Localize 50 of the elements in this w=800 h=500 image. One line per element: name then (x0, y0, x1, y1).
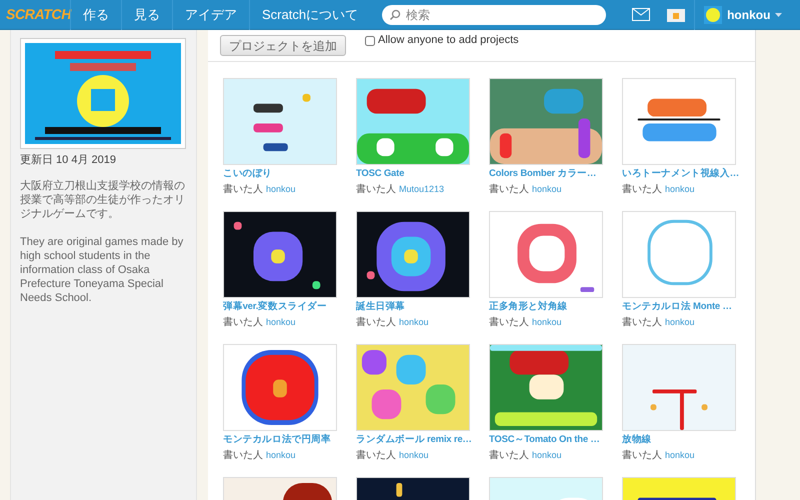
author-link[interactable]: honkou (665, 183, 695, 196)
author-link[interactable]: honkou (665, 316, 695, 330)
project-title[interactable]: 弾幕ver.変数スライダー (223, 300, 327, 313)
author-link[interactable]: honkou (532, 449, 562, 462)
author-link[interactable]: honkou (266, 449, 296, 462)
author-label: 書いた人 (223, 182, 263, 197)
author-label: 書いた人 (622, 448, 662, 463)
user-name[interactable]: honkou (727, 6, 770, 24)
add-project-button[interactable]: プロジェクトを追加 (220, 35, 346, 56)
author-link[interactable]: honkou (399, 316, 429, 330)
description-text: They are original games made by high school students in the information class of Osaka Prefecture Toneyama Special Needs School. (20, 234, 184, 304)
project-title[interactable]: モンテカルロ法 Monte … (622, 300, 732, 313)
author-label: 書いた人 (223, 316, 263, 330)
project-title[interactable]: 誕生日弾幕 (356, 300, 406, 313)
search-field[interactable]: 検索 (382, 4, 606, 24)
scratch-logo[interactable]: SCRATCH (6, 4, 70, 25)
author-link[interactable]: honkou (266, 316, 296, 330)
author-label: 書いた人 (489, 316, 529, 330)
search-icon (389, 8, 402, 20)
project-title[interactable]: こいのぼり (223, 167, 272, 180)
description-text: 大阪府立刀根山支援学校の情報の授業で高等部の生徒が作ったオリジナルゲームです。 (20, 178, 186, 220)
author-link[interactable]: honkou (266, 183, 296, 196)
project-title[interactable]: 放物線 (622, 433, 652, 446)
mail-icon[interactable] (632, 8, 650, 21)
author-label: 書いた人 (356, 182, 396, 197)
author-label: 書いた人 (356, 316, 396, 330)
updated-date: 更新日 10 4月 2019 (20, 152, 117, 168)
project-title[interactable]: 正多角形と対角線 (489, 300, 568, 313)
checkbox-label[interactable]: Allow anyone to add projects (378, 32, 519, 49)
project-title[interactable]: モンテカルロ法で円周率 (223, 433, 331, 446)
folder-icon[interactable] (667, 7, 686, 22)
caret-icon[interactable] (775, 12, 782, 16)
project-title[interactable]: ランダムボール remix re… (356, 433, 472, 446)
author-link[interactable]: honkou (532, 316, 562, 330)
project-title[interactable]: いろトーナメント視線入… (622, 167, 740, 180)
author-label: 書いた人 (356, 448, 396, 463)
author-label: 書いた人 (489, 182, 529, 197)
avatar-icon[interactable] (704, 6, 722, 24)
author-link[interactable]: Mutou1213 (399, 183, 444, 196)
author-label: 書いた人 (622, 182, 662, 197)
author-label: 書いた人 (622, 316, 662, 330)
author-link[interactable]: honkou (665, 449, 695, 462)
allow-checkbox[interactable] (365, 36, 375, 46)
project-title[interactable]: TOSC～Tomato On the … (489, 433, 600, 446)
author-link[interactable]: honkou (532, 183, 562, 196)
author-label: 書いた人 (223, 448, 263, 463)
project-title[interactable]: Colors Bomber カラー… (489, 167, 596, 180)
author-link[interactable]: honkou (399, 449, 429, 462)
project-title[interactable]: TOSC Gate (356, 167, 404, 180)
author-label: 書いた人 (489, 448, 529, 463)
